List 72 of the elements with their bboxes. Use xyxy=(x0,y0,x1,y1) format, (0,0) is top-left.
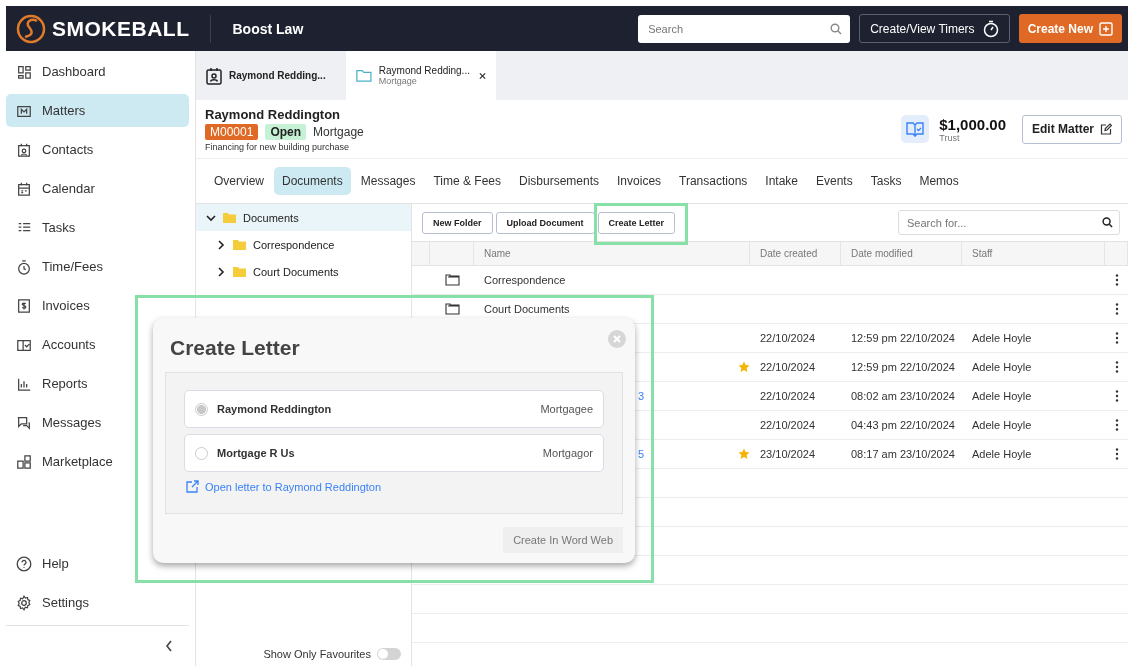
sidebar-item[interactable]: Help xyxy=(6,547,189,580)
column-header[interactable]: Date modified xyxy=(841,242,962,265)
staff-name: Adele Hoyle xyxy=(972,332,1032,344)
section-tab[interactable]: Disbursements xyxy=(511,167,608,195)
sidebar-item[interactable]: Tasks xyxy=(6,211,189,244)
staff-name: Adele Hoyle xyxy=(972,419,1032,431)
folder-name: Correspondence xyxy=(484,274,566,286)
section-tab[interactable]: Messages xyxy=(352,167,424,195)
date-created: 22/10/2024 xyxy=(760,419,816,431)
client-name: Raymond Reddington xyxy=(205,106,342,122)
date-created: 22/10/2024 xyxy=(760,332,816,344)
sidebar-item[interactable]: Settings xyxy=(6,586,189,619)
matter-tab[interactable]: Raymond Redding... Mortgage xyxy=(346,51,496,100)
sidebar-item[interactable]: Calendar xyxy=(6,172,189,205)
document-link[interactable]: 5 xyxy=(638,448,645,460)
date-modified: 04:43 pm 22/10/2024 xyxy=(851,419,955,431)
column-header[interactable]: Name xyxy=(474,242,750,265)
date-modified: 08:02 am 23/10/2024 xyxy=(851,390,955,402)
matter-type: Mortgage xyxy=(313,124,364,139)
favourites-label: Show Only Favourites xyxy=(263,648,371,660)
staff-name: Adele Hoyle xyxy=(972,361,1032,373)
timers-button[interactable]: Create/View Timers xyxy=(859,14,1010,43)
date-modified: 08:17 am 23/10/2024 xyxy=(851,448,955,460)
section-tab[interactable]: Invoices xyxy=(609,167,670,195)
trust-amount: $1,000.00 xyxy=(939,115,1006,133)
document-search-box[interactable]: Search for... xyxy=(898,210,1120,235)
column-header[interactable]: Date created xyxy=(750,242,841,265)
edit-matter-button[interactable]: Edit Matter xyxy=(1022,114,1122,144)
date-modified: 12:59 pm 22/10/2024 xyxy=(851,361,955,373)
date-created: 23/10/2024 xyxy=(760,448,816,460)
recipient-option[interactable]: Mortgage R Us Mortgagor xyxy=(184,434,604,472)
sidebar-item[interactable]: Invoices xyxy=(6,289,189,322)
status-badge: Open xyxy=(265,123,307,140)
matter-tab[interactable]: Raymond Redding... xyxy=(196,51,346,100)
table-row[interactable]: Correspondence xyxy=(412,266,1128,295)
brand-name: SMOKEBALL xyxy=(52,16,190,41)
folder-name: Court Documents xyxy=(484,303,570,315)
section-tab[interactable]: Tasks xyxy=(862,167,910,195)
matter-description: Financing for new building purchase xyxy=(205,141,351,152)
document-link[interactable]: 3 xyxy=(638,390,645,402)
section-tab[interactable]: Documents xyxy=(274,167,351,195)
staff-name: Adele Hoyle xyxy=(972,448,1032,460)
section-tab[interactable]: Time & Fees xyxy=(425,167,509,195)
folder-tree-item[interactable]: Correspondence xyxy=(196,231,411,258)
section-tab[interactable]: Transactions xyxy=(671,167,756,195)
search-box[interactable]: Search xyxy=(638,14,851,43)
recipient-option[interactable]: Raymond Reddington Mortgagee xyxy=(184,390,604,428)
firm-name: Boost Law xyxy=(232,20,304,37)
folder-tree-item[interactable]: Court Documents xyxy=(196,258,411,285)
date-created: 22/10/2024 xyxy=(760,390,816,402)
sidebar-item[interactable]: Matters xyxy=(6,94,189,127)
trust-label: Trust xyxy=(939,132,960,143)
sidebar-item[interactable]: Dashboard xyxy=(6,55,189,88)
toolbar-button[interactable]: Create Letter xyxy=(597,211,676,234)
section-tab[interactable]: Events xyxy=(808,167,861,195)
column-header[interactable]: Staff xyxy=(962,242,1105,265)
dialog-title: Create Letter xyxy=(170,336,300,360)
date-modified: 12:59 pm 22/10/2024 xyxy=(851,332,955,344)
sidebar-item[interactable]: Contacts xyxy=(6,133,189,166)
date-created: 22/10/2024 xyxy=(760,361,816,373)
section-tab[interactable]: Overview xyxy=(206,167,272,195)
tab-title: Raymond Redding... xyxy=(378,65,470,76)
tab-subtitle: Mortgage xyxy=(378,76,418,86)
toolbar-button[interactable]: New Folder xyxy=(422,211,493,234)
tab-title: Raymond Redding... xyxy=(229,70,326,81)
sidebar-item[interactable]: Time/Fees xyxy=(6,250,189,283)
folder-tree-item[interactable]: Documents xyxy=(196,204,411,231)
staff-name: Adele Hoyle xyxy=(972,390,1032,402)
section-tab[interactable]: Memos xyxy=(911,167,967,195)
matter-number-badge: M00001 xyxy=(205,123,259,140)
toolbar-button[interactable]: Upload Document xyxy=(495,211,595,234)
section-tab[interactable]: Intake xyxy=(757,167,806,195)
